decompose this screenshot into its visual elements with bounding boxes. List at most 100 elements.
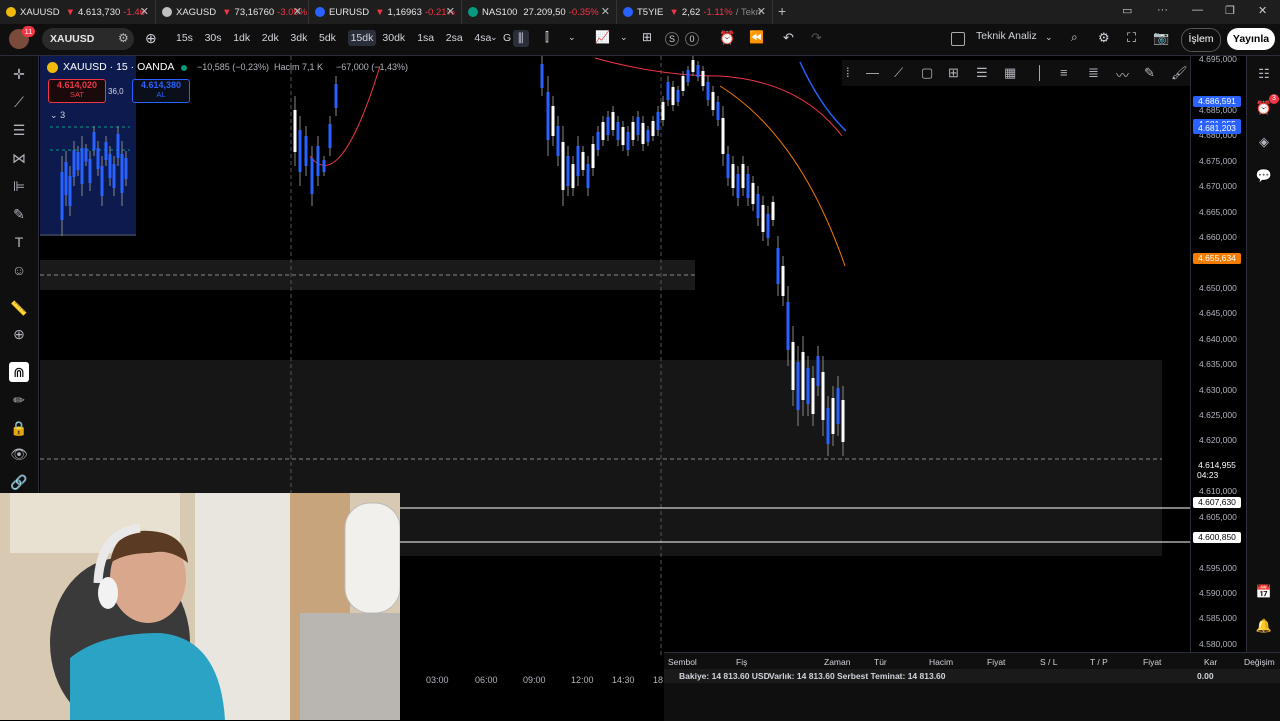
crosshair-icon[interactable]: ✛ — [9, 64, 29, 84]
more-icon[interactable]: ··· — [1157, 4, 1168, 16]
replay-icon[interactable]: ⏪ — [749, 30, 764, 44]
islem-button[interactable]: İşlem — [1181, 28, 1221, 52]
channel-icon[interactable]: ☰ — [976, 65, 988, 81]
undo-icon[interactable]: ↶ — [783, 30, 794, 46]
interval-g[interactable]: G — [503, 32, 511, 44]
browser-tab-xauusd[interactable]: XAUUSD ▼ 4.613,730 -1.46 ✕ — [0, 0, 156, 24]
minimize-icon[interactable]: — — [1192, 4, 1203, 16]
lock-drawing-icon[interactable]: ✏ — [9, 390, 29, 410]
fib-retracement-icon[interactable]: ⊞ — [948, 65, 959, 81]
chevron-down-icon[interactable]: ⌄ — [620, 32, 628, 43]
close-tab-icon[interactable]: ✕ — [446, 5, 455, 18]
interval-30s[interactable]: 30s — [205, 32, 222, 44]
column-header[interactable]: Fiyat — [1143, 657, 1161, 667]
search-icon[interactable]: ⌕ — [1071, 30, 1078, 45]
fib-icon[interactable]: ☰ — [9, 120, 29, 140]
layers-toggle[interactable]: ⌄ 3 — [50, 110, 65, 121]
chat-icon[interactable]: 💬 — [1254, 166, 1274, 186]
browser-tab-eurusd[interactable]: EURUSD ▼ 1,16963 -0.21% ✕ — [309, 0, 462, 24]
drag-handle-icon[interactable]: ⁞ — [846, 65, 850, 80]
price-scale[interactable]: 4.695,000 4.685,000 4.680,000 4.675,000 4.67… — [1190, 54, 1247, 656]
interval-1dk[interactable]: 1dk — [233, 32, 250, 44]
s-circle-icon[interactable]: S — [665, 32, 679, 46]
chevron-down-icon[interactable]: ⌄ — [490, 32, 498, 43]
indicators-icon[interactable]: 📈 — [595, 30, 610, 44]
interval-30dk[interactable]: 30dk — [382, 32, 405, 44]
column-header[interactable]: Hacim — [929, 657, 953, 667]
o-circle-icon[interactable]: 0 — [685, 32, 699, 46]
candle-type-icon[interactable]: ⫼ — [513, 30, 529, 47]
interval-5dk[interactable]: 5dk — [319, 32, 336, 44]
teknik-analiz-label[interactable]: Teknik Analiz — [976, 30, 1037, 42]
layers-icon[interactable]: ◈ — [1254, 132, 1274, 152]
interval-3dk[interactable]: 3dk — [290, 32, 307, 44]
notifications-icon[interactable]: 🔔 — [1254, 616, 1274, 636]
wave-icon[interactable]: 〰 — [1116, 65, 1129, 84]
emoji-icon[interactable]: ☺ — [9, 260, 29, 280]
column-header[interactable]: Fiş — [736, 657, 747, 667]
text-icon[interactable]: T — [9, 232, 29, 252]
close-tab-icon[interactable]: ✕ — [757, 5, 766, 18]
close-tab-icon[interactable]: ✕ — [601, 5, 610, 18]
column-header[interactable]: Kar — [1204, 657, 1217, 667]
pattern-icon[interactable]: ⋈ — [9, 148, 29, 168]
chevron-down-icon[interactable]: ⌄ — [568, 32, 576, 43]
column-header[interactable]: Sembol — [668, 657, 697, 667]
trendline-icon[interactable]: ⟋ — [9, 92, 29, 112]
link-icon[interactable]: 🔗 — [9, 472, 29, 492]
pen-icon[interactable]: ✎ — [1144, 65, 1155, 81]
redo-icon[interactable]: ↷ — [811, 30, 822, 46]
forecast-icon[interactable]: ⊫ — [9, 176, 29, 196]
ruler-icon[interactable]: 📏 — [9, 298, 29, 318]
brush-icon[interactable]: ✎ — [9, 204, 29, 224]
layout-icon[interactable]: ▭ — [1122, 4, 1132, 17]
interval-2sa[interactable]: 2sa — [446, 32, 463, 44]
settings-icon[interactable]: ⚙ — [118, 31, 129, 45]
magnet-icon[interactable]: ⋒ — [9, 362, 29, 382]
lock-icon[interactable]: 🔒 — [9, 418, 29, 438]
interval-4sa[interactable]: 4sa — [474, 32, 491, 44]
new-tab-icon[interactable]: + — [778, 3, 786, 19]
maximize-icon[interactable]: ❐ — [1225, 4, 1235, 17]
fullscreen-icon[interactable]: ⛶ — [1127, 30, 1136, 46]
buy-button[interactable]: 4.614,380 AL — [132, 79, 190, 103]
interval-1sa[interactable]: 1sa — [417, 32, 434, 44]
eye-icon[interactable]: 👁 — [9, 444, 29, 464]
alert-icon[interactable]: ⏰ — [719, 30, 735, 46]
interval-15dk[interactable]: 15dk — [347, 30, 377, 46]
browser-tab-xagusd[interactable]: XAGUSD ▼ 73,16760 -3.09% ✕ — [156, 0, 309, 24]
ray-icon[interactable]: ≡ — [1060, 65, 1068, 80]
templates-icon[interactable]: ⊞ — [642, 30, 652, 44]
browser-tab-t5yie[interactable]: T5YIE ▼ 2,62 -1.11% / Tekn ✕ — [617, 0, 773, 24]
add-symbol-icon[interactable]: ⊕ — [145, 30, 157, 47]
column-header[interactable]: T / P — [1090, 657, 1108, 667]
interval-2dk[interactable]: 2dk — [262, 32, 279, 44]
close-tab-icon[interactable]: ✕ — [293, 5, 302, 18]
watchlist-icon[interactable]: ☷ — [1254, 64, 1274, 84]
chevron-down-icon[interactable]: ⌄ — [1045, 32, 1053, 43]
sell-button[interactable]: 4.614,020 SAT — [48, 79, 106, 103]
grid-icon[interactable]: ▦ — [1004, 65, 1016, 81]
column-header[interactable]: S / L — [1040, 657, 1057, 667]
settings-icon[interactable]: ⚙ — [1098, 30, 1110, 46]
yayinla-button[interactable]: Yayınla — [1227, 28, 1275, 50]
browser-tab-nas100[interactable]: NAS100 27.209,50 -0.35% ✕ — [462, 0, 617, 24]
column-header[interactable]: Tür — [874, 657, 887, 667]
interval-15s[interactable]: 15s — [176, 32, 193, 44]
parallel-icon[interactable]: ≣ — [1088, 65, 1099, 81]
horizontal-line-icon[interactable]: — — [866, 65, 879, 80]
calendar-icon[interactable]: 📅 — [1254, 582, 1274, 602]
checkbox-icon[interactable] — [951, 32, 965, 46]
column-header[interactable]: Değişim — [1244, 657, 1275, 667]
vertical-line-icon[interactable]: │ — [1036, 65, 1044, 80]
brush-icon[interactable]: 🖌 — [1171, 65, 1188, 81]
rectangle-icon[interactable]: ▢ — [921, 65, 933, 81]
column-header[interactable]: Fiyat — [987, 657, 1005, 667]
zoom-icon[interactable]: ⊕ — [9, 324, 29, 344]
close-tab-icon[interactable]: ✕ — [140, 5, 149, 18]
camera-icon[interactable]: 📷 — [1153, 30, 1169, 46]
column-header[interactable]: Zaman — [824, 657, 850, 667]
bar-type-icon[interactable]: ⫿ — [545, 30, 549, 45]
trendline-icon[interactable]: ⟋ — [894, 65, 903, 81]
close-window-icon[interactable]: ✕ — [1258, 4, 1267, 17]
